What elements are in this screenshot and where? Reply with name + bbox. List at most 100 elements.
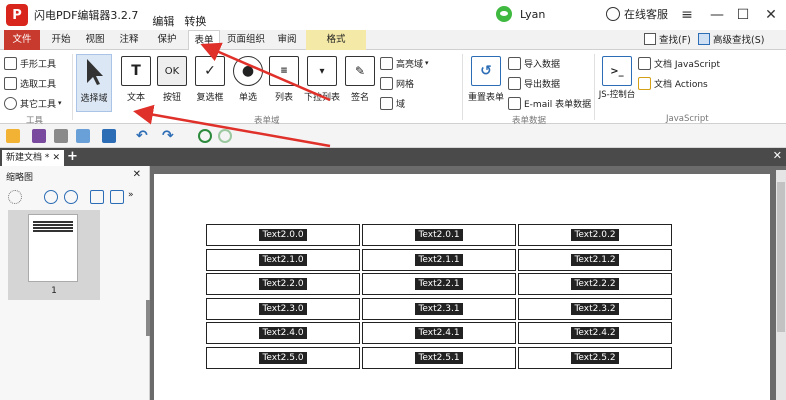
find-button[interactable]: 查找(F) — [644, 32, 691, 46]
text-field-button[interactable]: T 文本 — [118, 54, 154, 112]
text-field-2-0-2[interactable]: Text2.0.2 — [518, 224, 672, 246]
select-field-button[interactable]: 选择域 — [76, 54, 112, 112]
reset-form-button[interactable]: ↺ 重置表单 — [466, 54, 506, 112]
select-tool-button[interactable]: 选取工具 — [4, 74, 56, 92]
dropdown-list-button[interactable]: ▾ 下拉列表 — [304, 54, 340, 112]
close-all-icon[interactable]: ✕ — [773, 149, 782, 162]
email-icon[interactable] — [76, 129, 90, 143]
close-icon[interactable]: ✕ — [760, 4, 782, 26]
text-field-2-3-0[interactable]: Text2.3.0 — [206, 298, 360, 320]
highlight-field-button[interactable]: 高亮域 ▾ — [380, 54, 429, 72]
text-field-2-1-1[interactable]: Text2.1.1 — [362, 249, 516, 271]
document-javascript-button[interactable]: 文档 JavaScript — [638, 54, 720, 72]
js-console-button[interactable]: >_ JS-控制台 — [598, 54, 636, 112]
cursor-icon — [79, 57, 109, 87]
checkbox-button[interactable]: ✓ 复选框 — [192, 54, 228, 112]
save-icon[interactable] — [32, 129, 46, 143]
open-folder-icon[interactable] — [6, 129, 20, 143]
text-field-2-4-2[interactable]: Text2.4.2 — [518, 322, 672, 344]
minimize-icon[interactable]: — — [706, 4, 728, 26]
find-label: 查找(F) — [659, 35, 691, 46]
user-account[interactable]: Lyan — [496, 6, 545, 22]
back-icon[interactable] — [198, 129, 212, 143]
wechat-icon — [496, 6, 512, 22]
close-icon[interactable]: ✕ — [52, 150, 60, 166]
hand-icon — [4, 56, 17, 70]
rotate-right-icon[interactable] — [110, 190, 124, 204]
advanced-find-button[interactable]: 高级查找(S) — [698, 32, 764, 46]
console-icon: >_ — [602, 56, 632, 86]
text-field-2-3-2[interactable]: Text2.3.2 — [518, 298, 672, 320]
signature-button[interactable]: ✎ 签名 — [342, 54, 378, 112]
other-tools-button[interactable]: 其它工具 ▾ — [4, 94, 62, 112]
forward-icon[interactable] — [218, 129, 232, 143]
document-actions-button[interactable]: 文档 Actions — [638, 74, 708, 92]
text-field-2-4-0[interactable]: Text2.4.0 — [206, 322, 360, 344]
thumbnail-item[interactable]: 1 — [8, 210, 100, 300]
zoom-in-icon[interactable] — [44, 190, 58, 204]
new-tab-icon[interactable]: + — [67, 149, 78, 165]
text-field-2-5-2[interactable]: Text2.5.2 — [518, 347, 672, 369]
other-tools-label: 其它工具 — [20, 99, 57, 110]
online-service-label: 在线客服 — [624, 8, 668, 21]
smile-icon — [606, 7, 620, 21]
text-field-2-3-1[interactable]: Text2.3.1 — [362, 298, 516, 320]
checkbox-icon: ✓ — [195, 56, 225, 86]
grid-button[interactable]: 网格 — [380, 74, 414, 92]
document-actions-label: 文档 Actions — [654, 79, 708, 90]
menu-convert[interactable]: 转换 — [184, 13, 206, 29]
redo-icon[interactable]: ↷ — [162, 129, 176, 143]
tab-protect[interactable]: 保护 — [150, 30, 184, 50]
ribbon: 手形工具 选取工具 其它工具 ▾ 工具 选择域 T 文本 OK 按钮 ✓ 复选框… — [0, 50, 786, 126]
tab-home[interactable]: 开始 — [46, 30, 76, 50]
undo-icon[interactable]: ↶ — [136, 129, 150, 143]
vertical-scrollbar[interactable] — [776, 170, 786, 400]
text-field-2-1-0[interactable]: Text2.1.0 — [206, 249, 360, 271]
more-icon[interactable]: » — [128, 190, 134, 200]
highlight-icon[interactable] — [102, 129, 116, 143]
hand-tool-button[interactable]: 手形工具 — [4, 54, 56, 72]
tab-format[interactable]: 格式 — [306, 30, 366, 50]
text-field-2-1-2[interactable]: Text2.1.2 — [518, 249, 672, 271]
print-icon[interactable] — [54, 129, 68, 143]
radio-button-button[interactable]: ● 单选 — [230, 54, 266, 112]
email-form-data-button[interactable]: E-mail 表单数据 — [508, 94, 591, 112]
radio-label: 单选 — [238, 93, 257, 103]
import-data-button[interactable]: 导入数据 — [508, 54, 560, 72]
text-field-2-5-0[interactable]: Text2.5.0 — [206, 347, 360, 369]
rotate-left-icon[interactable] — [90, 190, 104, 204]
text-field-2-2-0[interactable]: Text2.2.0 — [206, 273, 360, 295]
document-tab[interactable]: 新建文档 * ✕ — [2, 150, 64, 166]
text-field-2-0-0[interactable]: Text2.0.0 — [206, 224, 360, 246]
tab-view[interactable]: 视图 — [80, 30, 110, 50]
text-field-2-2-2[interactable]: Text2.2.2 — [518, 273, 672, 295]
text-field-2-2-1[interactable]: Text2.2.1 — [362, 273, 516, 295]
tab-file[interactable]: 文件 — [4, 30, 40, 50]
list-box-button[interactable]: ≡ 列表 — [266, 54, 302, 112]
gear-icon[interactable] — [8, 190, 22, 204]
tab-page-organize[interactable]: 页面组织 — [224, 30, 268, 50]
export-data-button[interactable]: 导出数据 — [508, 74, 560, 92]
dropdown-list-icon: ▾ — [307, 56, 337, 86]
online-service-button[interactable]: 在线客服 — [606, 6, 668, 22]
tab-review[interactable]: 审阅 — [272, 30, 302, 50]
hand-tool-label: 手形工具 — [20, 59, 57, 70]
field-button[interactable]: 域 — [380, 94, 405, 112]
maximize-icon[interactable]: ☐ — [732, 4, 754, 26]
text-field-2-4-1[interactable]: Text2.4.1 — [362, 322, 516, 344]
push-button-button[interactable]: OK 按钮 — [154, 54, 190, 112]
menu-edit[interactable]: 编辑 — [152, 13, 174, 29]
divider — [594, 54, 595, 120]
document-tab-bar: 新建文档 * ✕ + ✕ — [0, 148, 786, 166]
tab-annotate[interactable]: 注释 — [114, 30, 144, 50]
text-field-2-0-1[interactable]: Text2.0.1 — [362, 224, 516, 246]
scrollbar-thumb[interactable] — [777, 182, 785, 332]
field-label: 域 — [396, 99, 406, 110]
tab-form[interactable]: 表单 — [188, 30, 220, 51]
menu-icon[interactable]: ≡ — [676, 4, 698, 26]
thumbnail-preview — [33, 221, 73, 233]
text-field-2-5-1[interactable]: Text2.5.1 — [362, 347, 516, 369]
close-icon[interactable]: ✕ — [133, 169, 141, 180]
zoom-out-icon[interactable] — [64, 190, 78, 204]
signature-icon: ✎ — [345, 56, 375, 86]
